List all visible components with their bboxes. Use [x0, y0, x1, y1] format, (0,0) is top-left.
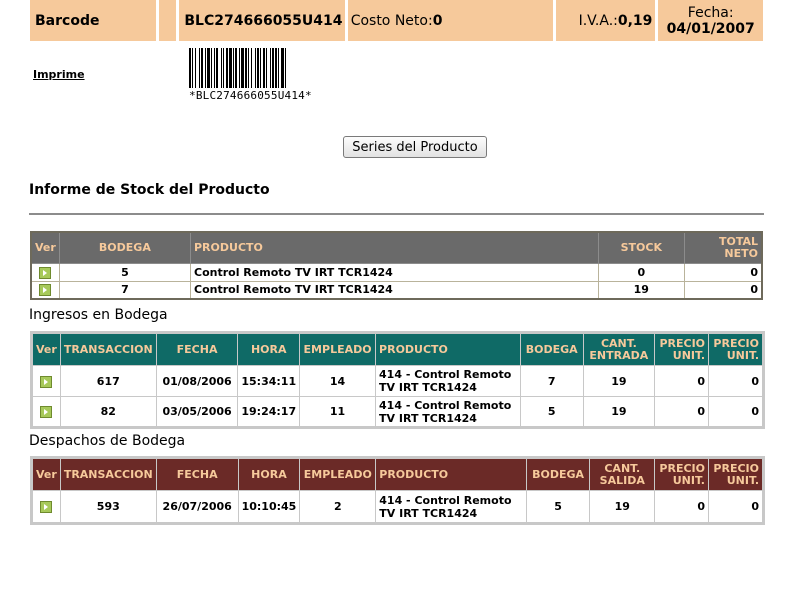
section-divider — [29, 213, 764, 215]
cell-stock: 0 — [598, 262, 685, 282]
costo-label: Costo Neto: — [350, 12, 433, 29]
col-bodega: BODEGA — [519, 332, 584, 366]
col-hora: HORA — [237, 457, 301, 491]
iva-label: I.V.A.: — [578, 12, 618, 29]
col-ver: Ver — [30, 231, 60, 264]
col-total-neto: TOTAL NETO — [683, 231, 763, 264]
play-arrow-icon[interactable] — [40, 406, 53, 418]
ingresos-table: Ver TRANSACCION FECHA HORA EMPLEADO PROD… — [30, 331, 765, 429]
fecha-value: 04/01/2007 — [666, 20, 755, 37]
cell-hora: 19:24:17 — [237, 396, 301, 428]
cell-precio: 0 — [654, 396, 710, 428]
col-empleado: EMPLEADO — [299, 332, 377, 366]
costo-neto: Costo Neto: 0 — [347, 0, 553, 41]
cell-hora: 10:10:45 — [237, 490, 301, 524]
cell-total-neto: 0 — [683, 280, 763, 300]
col-empleado: EMPLEADO — [299, 457, 377, 491]
col-fecha: FECHA — [155, 457, 239, 491]
stock-header-row: Ver BODEGA PRODUCTO STOCK TOTAL NETO — [30, 231, 763, 264]
cell-bodega: 5 — [525, 490, 591, 524]
cell-precio: 0 — [654, 490, 709, 524]
cell-bodega: 7 — [519, 365, 584, 397]
despachos-table: Ver TRANSACCION FECHA HORA EMPLEADO PROD… — [30, 456, 765, 525]
cell-precio-2: 0 — [708, 365, 764, 397]
col-stock: STOCK — [598, 231, 685, 264]
col-transaccion: TRANSACCION — [59, 332, 157, 366]
col-precio-unit-2: PRECIO UNIT. — [708, 332, 764, 366]
cell-cant: 19 — [582, 396, 656, 428]
col-transaccion: TRANSACCION — [59, 457, 157, 491]
cell-fecha: 03/05/2006 — [155, 396, 239, 428]
col-bodega: BODEGA — [58, 231, 192, 264]
barcode-image — [189, 48, 286, 88]
barcode-value: BLC274666055U414 — [179, 0, 345, 41]
col-bodega: BODEGA — [525, 457, 591, 491]
cell-bodega: 5 — [58, 262, 192, 282]
table-row: 617 01/08/2006 15:34:11 14 414 - Control… — [31, 365, 764, 397]
cell-empleado: 14 — [299, 365, 377, 397]
product-header-bar: Barcode BLC274666055U414 Costo Neto: 0 I.… — [30, 0, 763, 41]
cell-producto: 414 - Control Remoto TV IRT TCR1424 — [375, 396, 521, 428]
despachos-title: Despachos de Bodega — [29, 433, 186, 449]
cell-precio-2: 0 — [708, 396, 764, 428]
cell-fecha: 01/08/2006 — [155, 365, 239, 397]
series-product-button[interactable]: Series del Producto — [343, 136, 487, 158]
cell-producto: 414 - Control Remoto TV IRT TCR1424 — [375, 365, 521, 397]
cell-precio: 0 — [654, 365, 710, 397]
play-arrow-icon[interactable] — [40, 501, 53, 513]
iva-value: 0,19 — [617, 12, 653, 29]
col-cant-entrada: CANT. ENTRADA — [582, 332, 656, 366]
cell-empleado: 11 — [299, 396, 377, 428]
cell-transaccion: 82 — [59, 396, 157, 428]
col-ver: Ver — [31, 332, 61, 366]
stock-table: Ver BODEGA PRODUCTO STOCK TOTAL NETO 5 C… — [30, 231, 763, 300]
despachos-header-row: Ver TRANSACCION FECHA HORA EMPLEADO PROD… — [31, 457, 765, 491]
table-row: 82 03/05/2006 19:24:17 11 414 - Control … — [31, 396, 764, 428]
col-producto: PRODUCTO — [189, 231, 600, 264]
cell-empleado: 2 — [299, 490, 377, 524]
cell-fecha: 26/07/2006 — [155, 490, 239, 524]
table-row: 7 Control Remoto TV IRT TCR1424 19 0 — [30, 280, 763, 300]
print-link[interactable]: Imprime — [33, 68, 85, 81]
ingresos-title: Ingresos en Bodega — [29, 307, 168, 323]
fecha-label: Fecha: — [687, 4, 734, 21]
barcode-text: *BLC274666055U414* — [189, 89, 312, 102]
col-fecha: FECHA — [155, 332, 239, 366]
stock-report-title: Informe de Stock del Producto — [29, 182, 270, 198]
cell-producto: Control Remoto TV IRT TCR1424 — [189, 280, 600, 300]
play-arrow-icon[interactable] — [40, 375, 53, 388]
ingresos-header-row: Ver TRANSACCION FECHA HORA EMPLEADO PROD… — [31, 332, 764, 366]
cell-total-neto: 0 — [683, 262, 763, 282]
cell-producto: Control Remoto TV IRT TCR1424 — [189, 262, 600, 282]
table-row: 593 26/07/2006 10:10:45 2 414 - Control … — [31, 490, 765, 524]
fecha: Fecha: 04/01/2007 — [658, 0, 763, 41]
costo-value: 0 — [432, 12, 443, 29]
cell-bodega: 7 — [58, 280, 192, 300]
cell-stock: 19 — [598, 280, 685, 300]
play-arrow-icon[interactable] — [39, 266, 52, 279]
col-cant-salida: CANT. SALIDA — [589, 457, 656, 491]
play-arrow-icon[interactable] — [39, 284, 52, 297]
col-hora: HORA — [237, 332, 301, 366]
col-producto: PRODUCTO — [375, 332, 521, 366]
cell-bodega: 5 — [519, 396, 584, 428]
header-empty-cell — [159, 0, 177, 41]
cell-cant: 19 — [582, 365, 656, 397]
cell-producto: 414 - Control Remoto TV IRT TCR1424 — [375, 490, 527, 524]
cell-transaccion: 617 — [59, 365, 157, 397]
col-ver: Ver — [31, 457, 61, 491]
cell-cant: 19 — [589, 490, 656, 524]
col-precio-unit: PRECIO UNIT. — [654, 332, 710, 366]
table-row: 5 Control Remoto TV IRT TCR1424 0 0 — [30, 262, 763, 282]
col-producto: PRODUCTO — [375, 457, 527, 491]
cell-transaccion: 593 — [59, 490, 157, 524]
cell-hora: 15:34:11 — [237, 365, 301, 397]
col-precio-unit-2: PRECIO UNIT. — [707, 457, 765, 491]
cell-precio-2: 0 — [707, 490, 765, 524]
barcode-label: Barcode — [30, 0, 157, 41]
iva: I.V.A.: 0,19 — [555, 0, 656, 41]
col-precio-unit: PRECIO UNIT. — [654, 457, 709, 491]
